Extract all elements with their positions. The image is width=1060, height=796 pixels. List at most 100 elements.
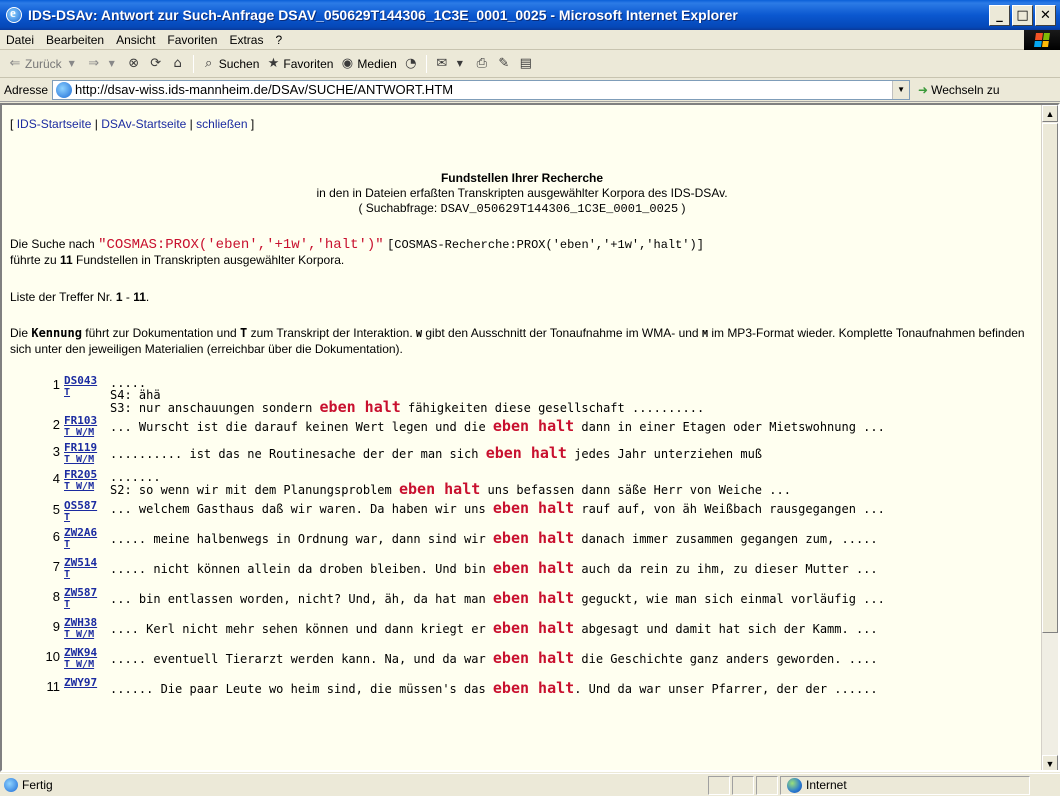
minimize-button[interactable]: _: [989, 5, 1010, 26]
media-button[interactable]: ◉ Medien: [336, 56, 399, 72]
hit-number: 6: [52, 529, 60, 544]
hit-transcript-link[interactable]: T: [64, 569, 110, 581]
link-close[interactable]: schließen: [196, 117, 247, 131]
hit-context-before: S2: so wenn wir mit dem Planungsproblem: [110, 483, 399, 497]
hit-context-after: . Und da war unser Pfarrer, der der ....…: [574, 682, 878, 696]
hit-highlight: eben halt: [492, 589, 575, 607]
scroll-up-icon[interactable]: ▲: [1042, 105, 1058, 122]
hit-id-link[interactable]: ZWY97: [64, 677, 110, 689]
legend-description: Die Kennung führt zur Dokumentation und …: [10, 326, 1034, 357]
hit-range: Liste der Treffer Nr. 1 - 11.: [10, 290, 1034, 304]
back-button[interactable]: ⇐ Zurück ▼: [4, 56, 83, 72]
results-heading: Fundstellen Ihrer Recherche in den in Da…: [10, 171, 1034, 217]
menu-file[interactable]: Datei: [0, 33, 40, 47]
hit-id-link[interactable]: ZW514: [64, 557, 110, 569]
vertical-scrollbar[interactable]: ▲ ▼: [1041, 105, 1058, 770]
favorites-button[interactable]: ★ Favoriten: [262, 56, 336, 72]
hit-transcript-link[interactable]: T W/M: [64, 659, 110, 671]
hit-id-link[interactable]: ZWK94: [64, 647, 110, 659]
hit-row: 9 ZWH38 T W/M .... Kerl nicht mehr sehen…: [40, 617, 1040, 647]
hit-context-before: ..... nicht können allein da droben blei…: [110, 562, 493, 576]
hit-row: 8 ZW587 T ... bin entlassen worden, nich…: [40, 587, 1040, 617]
discuss-button[interactable]: ▤: [515, 56, 537, 72]
windows-flag-icon: [1034, 33, 1050, 47]
hit-context-before: ..... eventuell Tierarzt werden kann. Na…: [110, 652, 493, 666]
menu-bar: Datei Bearbeiten Ansicht Favoriten Extra…: [0, 30, 1060, 50]
hit-row: 7 ZW514 T ..... nicht können allein da d…: [40, 557, 1040, 587]
address-input[interactable]: http://dsav-wiss.ids-mannheim.de/DSAv/SU…: [52, 79, 911, 100]
print-button[interactable]: ⎙: [471, 56, 493, 72]
refresh-button[interactable]: ⟳: [145, 56, 167, 72]
hit-context-after: dann in einer Etagen oder Mietswohnung .…: [574, 420, 885, 434]
hit-context-before: S3: nur anschauungen sondern: [110, 401, 320, 415]
mail-button[interactable]: ✉ ▼: [431, 56, 471, 72]
hit-highlight: eben halt: [492, 619, 575, 637]
hit-text: ..... meine halbenwegs in Ordnung war, d…: [110, 527, 1040, 557]
hit-transcript-link[interactable]: T W/M: [64, 454, 110, 466]
search-query: "COSMAS:PROX('eben','+1w','halt')": [98, 237, 384, 253]
menu-edit[interactable]: Bearbeiten: [40, 33, 110, 47]
hit-text: .......... ist das ne Routinesache der d…: [110, 442, 1040, 469]
hit-number: 8: [52, 589, 60, 604]
hit-id-link[interactable]: ZW587: [64, 587, 110, 599]
menu-help[interactable]: ?: [269, 33, 288, 47]
link-ids-home[interactable]: IDS-Startseite: [17, 117, 92, 131]
hit-transcript-link[interactable]: T W/M: [64, 427, 110, 439]
print-icon: ⎙: [476, 56, 487, 71]
hit-transcript-link[interactable]: T: [64, 512, 110, 524]
hit-transcript-link[interactable]: T: [64, 599, 110, 611]
hit-id-link[interactable]: DS043: [64, 375, 110, 387]
hit-transcript-link[interactable]: T W/M: [64, 629, 110, 641]
menu-tools[interactable]: Extras: [223, 33, 269, 47]
hit-transcript-link[interactable]: T: [64, 539, 110, 551]
query-id: DSAV_050629T144306_1C3E_0001_0025: [440, 202, 679, 216]
link-dsav-home[interactable]: DSAv-Startseite: [101, 117, 186, 131]
result-suffix: Fundstellen in Transkripten ausgewählter…: [72, 253, 345, 267]
scroll-down-icon[interactable]: ▼: [1042, 755, 1058, 770]
hit-id-link[interactable]: FR205: [64, 469, 110, 481]
hit-text: ...... Die paar Leute wo heim sind, die …: [110, 677, 1040, 707]
search-button[interactable]: ⌕ Suchen: [198, 56, 263, 72]
query-prefix: ( Suchabfrage:: [358, 201, 438, 215]
status-bar: Fertig Internet: [0, 773, 1060, 796]
close-button[interactable]: ✕: [1035, 5, 1056, 26]
scroll-thumb[interactable]: [1042, 123, 1058, 633]
nav-separator: |: [91, 117, 102, 131]
title-bar[interactable]: IDS-DSAv: Antwort zur Such-Anfrage DSAV_…: [0, 0, 1060, 30]
hit-text: ... Wurscht ist die darauf keinen Wert l…: [110, 415, 1040, 442]
go-button[interactable]: ➜ Wechseln zu: [918, 83, 1000, 97]
search-icon: ⌕: [205, 56, 213, 71]
hit-context-before: ... Wurscht ist die darauf keinen Wert l…: [110, 420, 493, 434]
maximize-button[interactable]: □: [1012, 5, 1033, 26]
hit-id-link[interactable]: ZWH38: [64, 617, 110, 629]
hit-transcript-link[interactable]: T: [64, 387, 110, 399]
edit-button[interactable]: ✎: [493, 56, 515, 72]
ie-window: IDS-DSAv: Antwort zur Such-Anfrage DSAV_…: [0, 0, 1060, 796]
hit-id-link[interactable]: FR103: [64, 415, 110, 427]
stop-button[interactable]: ⊗: [123, 56, 145, 72]
hit-number: 9: [52, 619, 60, 634]
hit-id-link[interactable]: ZW2A6: [64, 527, 110, 539]
refresh-icon: ⟳: [150, 56, 162, 71]
address-dropdown-icon[interactable]: ▼: [892, 80, 910, 99]
hit-context-before: ... bin entlassen worden, nicht? Und, äh…: [110, 592, 493, 606]
hit-id-link[interactable]: FR119: [64, 442, 110, 454]
search-prefix: Die Suche nach: [10, 237, 99, 251]
hit-transcript-link[interactable]: T W/M: [64, 481, 110, 493]
nav-open-bracket: [: [10, 117, 14, 131]
hit-context-after: geguckt, wie man sich einmal vorläufig .…: [574, 592, 885, 606]
desc-text: zum Transkript der Interaktion.: [247, 326, 416, 340]
status-cell: [708, 775, 730, 795]
history-button[interactable]: ◔: [400, 56, 422, 72]
hit-context-before: .......... ist das ne Routinesache der d…: [110, 447, 486, 461]
zone-label: Internet: [806, 778, 847, 792]
hit-id-link[interactable]: OS587: [64, 500, 110, 512]
menu-view[interactable]: Ansicht: [110, 33, 161, 47]
security-zone[interactable]: Internet: [780, 775, 1030, 795]
hit-ids: ZWH38 T W/M: [60, 617, 110, 647]
hit-highlight: eben halt: [492, 529, 575, 547]
forward-button[interactable]: ⇒ ▼: [83, 56, 123, 72]
hit-row: 3 FR119 T W/M .......... ist das ne Rout…: [40, 442, 1040, 469]
menu-favorites[interactable]: Favoriten: [161, 33, 223, 47]
home-button[interactable]: ⌂: [167, 56, 189, 72]
